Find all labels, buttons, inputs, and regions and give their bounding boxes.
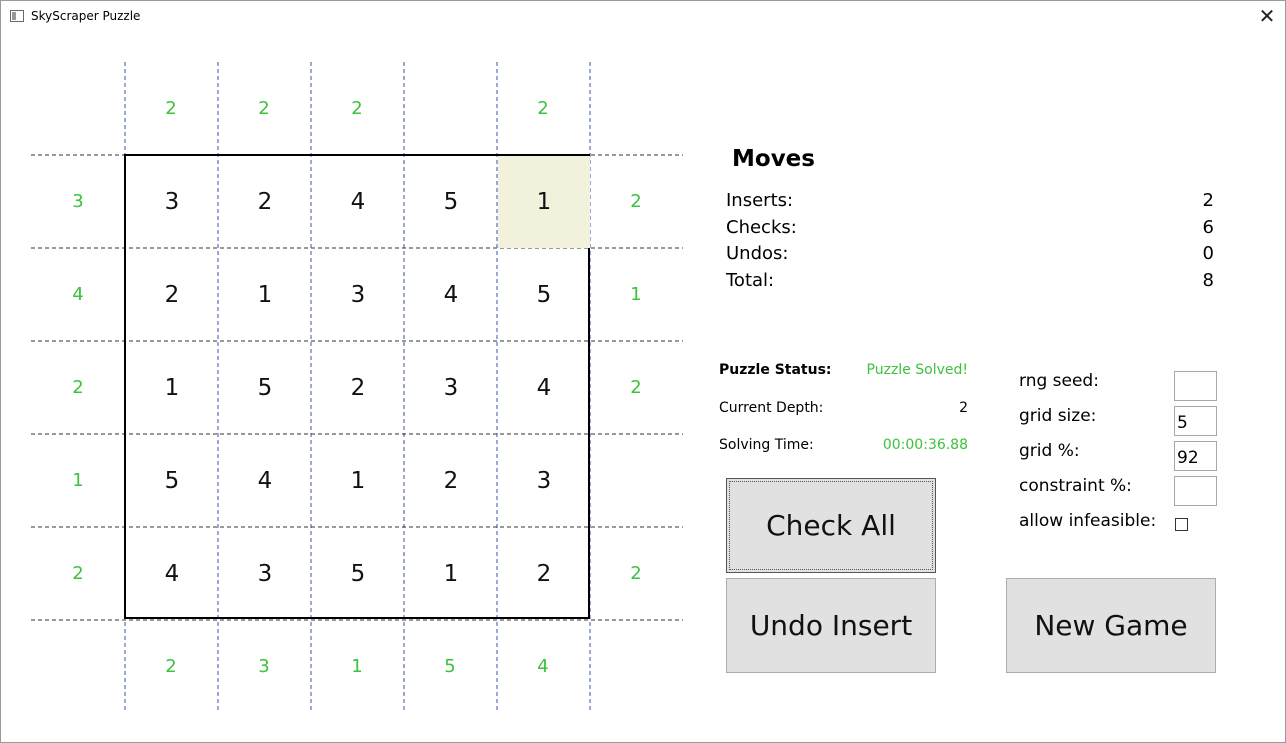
- rng-seed-label: rng seed:: [1019, 371, 1099, 391]
- grid-cell[interactable]: 2: [498, 528, 590, 620]
- grid-cell[interactable]: 2: [312, 342, 404, 434]
- grid-cell[interactable]: 4: [126, 528, 218, 620]
- inserts-value: 2: [1202, 190, 1214, 211]
- grid-cell[interactable]: 2: [219, 156, 311, 248]
- title-bar: SkyScraper Puzzle ✕: [1, 1, 1285, 32]
- total-value: 8: [1202, 270, 1214, 291]
- clue-bottom: 2: [165, 655, 177, 677]
- grid-cell[interactable]: 2: [126, 249, 218, 341]
- app-icon: [10, 10, 24, 22]
- clue-right: 2: [630, 376, 642, 398]
- grid-cell[interactable]: 4: [312, 156, 404, 248]
- clue-left: 2: [72, 376, 84, 398]
- clue-left: 1: [72, 469, 84, 491]
- grid-cell[interactable]: 5: [126, 435, 218, 527]
- grid-cell[interactable]: 5: [219, 342, 311, 434]
- grid-cell[interactable]: 5: [312, 528, 404, 620]
- new-game-button[interactable]: New Game: [1006, 578, 1216, 673]
- allow-infeasible-checkbox[interactable]: [1175, 518, 1188, 531]
- grid-cell[interactable]: 4: [498, 342, 590, 434]
- clue-right: 2: [630, 562, 642, 584]
- grid-cell[interactable]: 1: [312, 435, 404, 527]
- grid-cell[interactable]: 5: [498, 249, 590, 341]
- constraint-pct-input[interactable]: [1174, 476, 1217, 506]
- clue-bottom: 5: [444, 655, 456, 677]
- undos-label: Undos:: [726, 243, 789, 264]
- grid-size-label: grid size:: [1019, 406, 1097, 426]
- grid-cell[interactable]: 4: [405, 249, 497, 341]
- app-window: SkyScraper Puzzle ✕ 22232152432412212232…: [0, 0, 1286, 743]
- window-title: SkyScraper Puzzle: [31, 9, 141, 23]
- grid-cell[interactable]: 5: [405, 156, 497, 248]
- grid-pct-label: grid %:: [1019, 441, 1080, 461]
- grid-pct-input[interactable]: [1174, 441, 1217, 471]
- clue-top: 2: [165, 97, 177, 119]
- clue-top: 2: [351, 97, 363, 119]
- checks-label: Checks:: [726, 217, 797, 238]
- clue-left: 3: [72, 190, 84, 212]
- grid-cell[interactable]: 1: [126, 342, 218, 434]
- clue-top: [404, 62, 496, 154]
- close-icon[interactable]: ✕: [1249, 1, 1285, 32]
- undos-value: 0: [1202, 243, 1214, 264]
- puzzle-status-value: Puzzle Solved!: [866, 362, 968, 378]
- inserts-label: Inserts:: [726, 190, 794, 211]
- grid-cell[interactable]: 1: [219, 249, 311, 341]
- grid-cell[interactable]: 2: [405, 435, 497, 527]
- solving-time-value: 00:00:36.88: [882, 437, 968, 453]
- undo-insert-button[interactable]: Undo Insert: [726, 578, 936, 673]
- clue-right: 1: [630, 283, 642, 305]
- clue-bottom: 3: [258, 655, 270, 677]
- clue-bottom: 4: [537, 655, 549, 677]
- clue-top: 2: [537, 97, 549, 119]
- allow-infeasible-label: allow infeasible:: [1019, 511, 1157, 531]
- puzzle-board: 2223215243241221223245121345152345412343…: [1, 32, 701, 743]
- clue-bottom: 1: [351, 655, 363, 677]
- clue-right: [590, 434, 682, 526]
- grid-cell[interactable]: 1: [498, 156, 590, 248]
- grid-cell[interactable]: 3: [498, 435, 590, 527]
- clue-top: 2: [258, 97, 270, 119]
- rng-seed-input[interactable]: [1174, 371, 1217, 401]
- grid-cell[interactable]: 3: [312, 249, 404, 341]
- grid-size-input[interactable]: [1174, 406, 1217, 436]
- checks-value: 6: [1202, 217, 1214, 238]
- moves-title: Moves: [732, 146, 815, 172]
- grid-cell[interactable]: 1: [405, 528, 497, 620]
- grid-cell[interactable]: 3: [219, 528, 311, 620]
- clue-right: 2: [630, 190, 642, 212]
- grid-cell[interactable]: 3: [405, 342, 497, 434]
- grid-cell[interactable]: 4: [219, 435, 311, 527]
- constraint-pct-label: constraint %:: [1019, 476, 1132, 496]
- clue-left: 2: [72, 562, 84, 584]
- check-all-button[interactable]: Check All: [726, 478, 936, 573]
- current-depth-value: 2: [959, 400, 968, 416]
- clue-left: 4: [72, 283, 84, 305]
- grid-cell[interactable]: 3: [126, 156, 218, 248]
- total-label: Total:: [726, 270, 775, 291]
